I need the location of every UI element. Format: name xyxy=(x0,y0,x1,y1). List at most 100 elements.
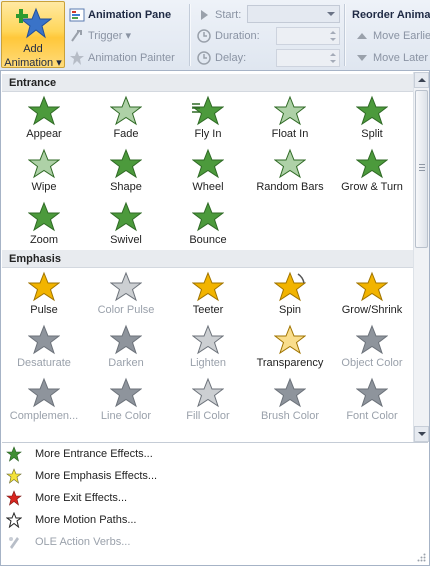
entrance-effect-split[interactable]: Split xyxy=(331,93,413,146)
emphasis-effect-pulse[interactable]: Pulse xyxy=(3,269,85,322)
emphasis-star-icon xyxy=(110,324,142,355)
grip-line xyxy=(419,170,425,171)
emphasis-effect-fill-color: Fill Color xyxy=(167,375,249,428)
entrance-effect-bounce[interactable]: Bounce xyxy=(167,199,249,252)
emphasis-star-icon xyxy=(356,324,388,355)
start-dropdown xyxy=(247,5,340,23)
entrance-star-icon xyxy=(356,148,388,179)
entrance-star-icon xyxy=(192,148,224,179)
effect-label: Teeter xyxy=(192,304,224,316)
effect-label: Color Pulse xyxy=(97,304,155,316)
green-star-icon xyxy=(6,446,22,462)
emphasis-star-icon xyxy=(110,271,142,302)
entrance-star-icon xyxy=(28,148,60,179)
effect-label: Darken xyxy=(108,357,144,369)
entrance-effect-shape[interactable]: Shape xyxy=(85,146,167,199)
spin-down-icon xyxy=(330,60,336,63)
entrance-effect-swivel[interactable]: Swivel xyxy=(85,199,167,252)
trigger-icon xyxy=(71,30,82,42)
emphasis-effect-line-color: Line Color xyxy=(85,375,167,428)
spin-down-icon xyxy=(330,38,336,41)
effect-label: Shape xyxy=(110,181,142,193)
grip-line xyxy=(419,167,425,168)
entrance-effect-fly-in[interactable]: Fly In xyxy=(167,93,249,146)
ole-action-verbs-item: OLE Action Verbs... xyxy=(2,531,428,553)
emphasis-star-icon xyxy=(356,377,388,408)
emphasis-star-icon xyxy=(274,377,306,408)
effect-label: Pulse xyxy=(30,304,58,316)
delay-spinner xyxy=(276,49,340,67)
yellow-star-icon xyxy=(6,468,22,484)
entrance-effect-grow-turn[interactable]: Grow & Turn xyxy=(331,146,413,199)
effect-label: Complemen... xyxy=(9,410,79,422)
add-animation-dropdown-label: Animation ▾ xyxy=(4,57,62,69)
arrow-up-icon xyxy=(357,33,367,39)
spin-up-icon xyxy=(330,31,336,34)
entrance-effect-random-bars[interactable]: Random Bars xyxy=(249,146,331,199)
emphasis-effect-grow-shrink[interactable]: Grow/Shrink xyxy=(331,269,413,322)
effect-label: Zoom xyxy=(29,234,59,246)
effect-label: Font Color xyxy=(346,410,398,422)
scroll-down-button[interactable] xyxy=(414,426,429,442)
entrance-effect-float-in[interactable]: Float In xyxy=(249,93,331,146)
ole-verbs-icon xyxy=(9,537,19,549)
emphasis-effect-transparency[interactable]: Transparency xyxy=(249,322,331,375)
scroll-thumb[interactable] xyxy=(415,90,428,248)
effect-label: Grow & Turn xyxy=(341,181,403,193)
effect-label: Float In xyxy=(271,128,309,140)
emphasis-star-icon xyxy=(28,324,60,355)
emphasis-effect-spin[interactable]: Spin xyxy=(249,269,331,322)
effect-label: Bounce xyxy=(189,234,227,246)
emphasis-effect-teeter[interactable]: Teeter xyxy=(167,269,249,322)
emphasis-star-icon xyxy=(192,324,224,355)
scroll-up-button[interactable] xyxy=(414,72,429,88)
entrance-effect-fade[interactable]: Fade xyxy=(85,93,167,146)
effect-label: Random Bars xyxy=(256,181,324,193)
animation-painter-icon xyxy=(70,51,84,65)
emphasis-section-header: Emphasis xyxy=(2,250,413,268)
ribbon-separator xyxy=(344,4,346,66)
emphasis-star-icon xyxy=(356,271,388,302)
emphasis-star-icon xyxy=(192,377,224,408)
emphasis-effect-brush-color: Brush Color xyxy=(249,375,331,428)
emphasis-effect-darken: Darken xyxy=(85,322,167,375)
entrance-star-icon xyxy=(28,201,60,232)
effect-label: Transparency xyxy=(256,357,324,369)
more-entrance-effects-item[interactable]: More Entrance Effects... xyxy=(2,443,428,465)
chevron-down-icon xyxy=(418,432,426,436)
effect-label: Spin xyxy=(278,304,302,316)
effect-label: Fill Color xyxy=(186,410,230,422)
play-icon xyxy=(201,10,208,20)
entrance-effect-wipe[interactable]: Wipe xyxy=(3,146,85,199)
more-emphasis-effects-item[interactable]: More Emphasis Effects... xyxy=(2,465,428,487)
add-animation-star-icon xyxy=(16,7,52,39)
clock-icon xyxy=(197,29,211,43)
chevron-up-icon xyxy=(418,78,426,82)
emphasis-effect-desaturate: Desaturate xyxy=(3,322,85,375)
effect-label: Lighten xyxy=(189,357,227,369)
animation-gallery: Entrance Appear Fade Fly In Float In Split Wi… xyxy=(0,70,430,566)
grip-line xyxy=(419,164,425,165)
entrance-effect-wheel[interactable]: Wheel xyxy=(167,146,249,199)
emphasis-star-icon xyxy=(192,271,224,302)
effect-label: Desaturate xyxy=(17,357,71,369)
resize-grip-icon[interactable] xyxy=(417,553,426,562)
effect-label: Object Color xyxy=(341,357,403,369)
more-motion-paths-item[interactable]: More Motion Paths... xyxy=(2,509,428,531)
ribbon-separator xyxy=(189,4,191,66)
emphasis-effect-color-pulse: Color Pulse xyxy=(85,269,167,322)
effect-label: Grow/Shrink xyxy=(341,304,403,316)
more-exit-effects-item[interactable]: More Exit Effects... xyxy=(2,487,428,509)
gallery-scrollbar[interactable] xyxy=(413,72,429,442)
emphasis-star-icon xyxy=(274,324,306,355)
clock-icon xyxy=(197,51,211,65)
entrance-effect-appear[interactable]: Appear xyxy=(3,93,85,146)
animations-ribbon: Add Animation ▾ Animation Pane Trigger ▾… xyxy=(0,0,430,71)
emphasis-star-icon xyxy=(110,377,142,408)
emphasis-star-icon xyxy=(28,271,60,302)
entrance-effect-zoom[interactable]: Zoom xyxy=(3,199,85,252)
add-animation-button[interactable]: Add Animation ▾ xyxy=(1,1,65,69)
emphasis-star-icon xyxy=(274,271,306,302)
effect-label: Brush Color xyxy=(260,410,320,422)
outline-star-icon xyxy=(6,512,22,528)
